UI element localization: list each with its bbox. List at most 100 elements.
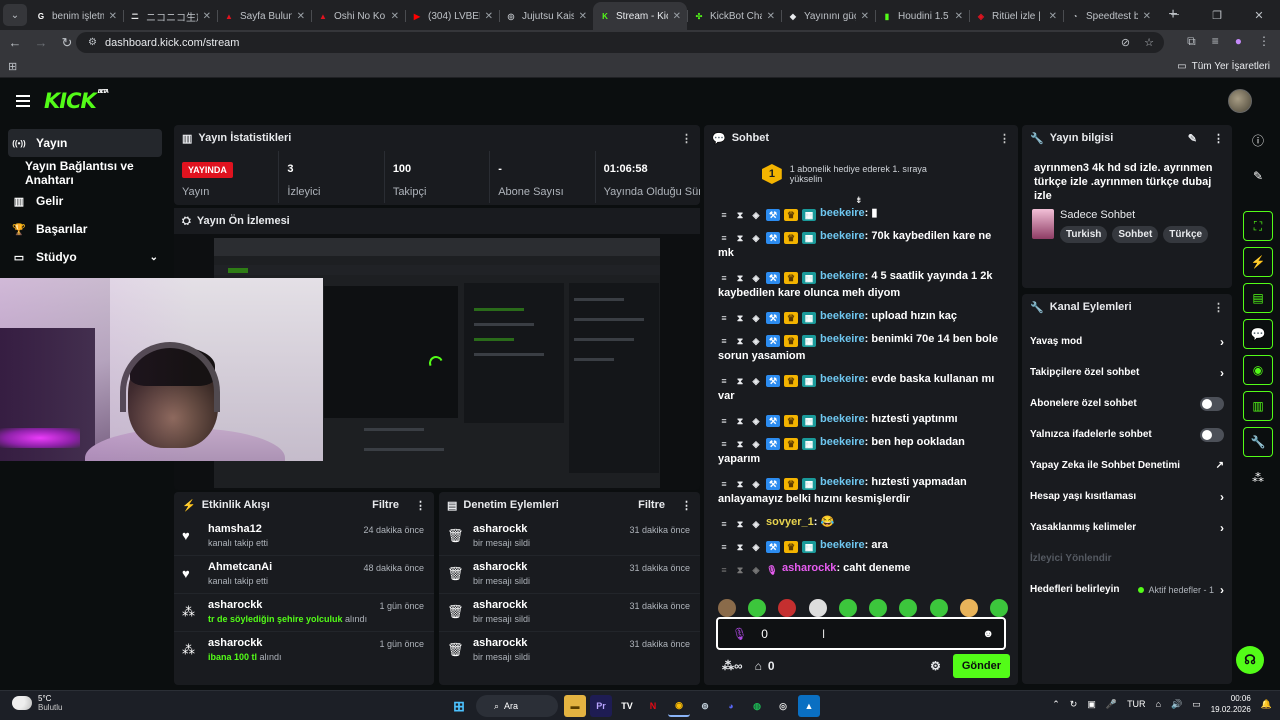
- chat-username[interactable]: beekeire: [820, 310, 865, 322]
- more-options-icon[interactable]: ⋮: [681, 132, 692, 145]
- activity-rail-icon[interactable]: ⚡: [1243, 247, 1273, 277]
- moderation-rail-icon[interactable]: ▤: [1243, 283, 1273, 313]
- emote-grin-icon[interactable]: [929, 599, 948, 617]
- stream-tag[interactable]: Sohbet: [1112, 226, 1159, 243]
- clock[interactable]: 00:06 19.02.2026: [1211, 693, 1251, 715]
- close-tab-icon[interactable]: ✕: [767, 11, 775, 22]
- browser-tab[interactable]: ◆ Yayınını güçl ✕: [781, 2, 875, 30]
- hamburger-menu-icon[interactable]: [16, 95, 30, 107]
- chat-message[interactable]: ≡ ⧗ ◈ 🎙 asharockk: caht deneme: [718, 560, 1000, 577]
- close-tab-icon[interactable]: ✕: [673, 11, 681, 22]
- message-menu-icon[interactable]: ≡: [718, 335, 730, 347]
- obs-icon[interactable]: ◎: [772, 695, 794, 717]
- taskbar-search[interactable]: ⌕ Ara: [476, 695, 558, 717]
- timeout-icon[interactable]: ⧗: [734, 375, 746, 387]
- kick-logo[interactable]: KICK BETA: [44, 89, 109, 113]
- notification-icon[interactable]: 🔔: [1261, 699, 1272, 710]
- channel-action-item[interactable]: Takipçilere özel sohbet ›: [1022, 357, 1232, 388]
- network-icon[interactable]: ⌂: [1156, 699, 1161, 709]
- message-menu-icon[interactable]: ≡: [718, 375, 730, 387]
- timeout-icon[interactable]: ⧗: [734, 415, 746, 427]
- feed-username[interactable]: asharockk: [473, 599, 530, 611]
- chat-username[interactable]: beekeire: [820, 436, 865, 448]
- mod-shield-icon[interactable]: ◈: [750, 312, 762, 324]
- mod-shield-icon[interactable]: ◈: [750, 518, 762, 530]
- back-button[interactable]: ←: [2, 35, 28, 50]
- chrome-icon[interactable]: ◉: [668, 695, 690, 717]
- browser-tab[interactable]: ◔ Speedtest b ✕: [1063, 2, 1157, 30]
- chat-username[interactable]: beekeire: [820, 476, 865, 488]
- emote-angry-icon[interactable]: [778, 599, 797, 617]
- browser-tab[interactable]: ◈ Ritüel izle | ✕: [969, 2, 1063, 30]
- browser-tab[interactable]: ▶ (304) LVBEL ✕: [405, 2, 499, 30]
- chat-username[interactable]: beekeire: [820, 270, 865, 282]
- timeout-icon[interactable]: ⧗: [734, 312, 746, 324]
- chat-message[interactable]: ≡ ⧗ ◈ ⚒ ♛ ▦ beekeire: 70k kaybedilen kare ne m…: [718, 228, 1000, 262]
- browser-tab[interactable]: ▮ Houdini 1.5 ✕: [875, 2, 969, 30]
- tray-chevron-icon[interactable]: ⌃: [1052, 699, 1060, 710]
- browser-tab[interactable]: ✣ KickBot Chat ✕: [687, 2, 781, 30]
- tidal-icon[interactable]: TV: [616, 695, 638, 717]
- channel-action-item[interactable]: Abonelere özel sohbet: [1022, 388, 1232, 419]
- emote-green-icon[interactable]: [869, 599, 888, 617]
- battery-icon[interactable]: ▭: [1192, 699, 1201, 710]
- preview-rail-icon[interactable]: ⛶: [1243, 211, 1273, 241]
- url-bar[interactable]: ⚙ dashboard.kick.com/stream ⊘ ☆: [76, 32, 1164, 53]
- mod-shield-icon[interactable]: ◈: [750, 209, 762, 221]
- feed-username[interactable]: asharockk: [208, 599, 367, 611]
- close-tab-icon[interactable]: ✕: [955, 11, 963, 22]
- chat-message[interactable]: ≡ ⧗ ◈ ⚒ ♛ ▦ beekeire: ▮: [718, 205, 1000, 222]
- chat-username[interactable]: asharockk: [782, 562, 836, 574]
- steam-icon[interactable]: ⊚: [694, 695, 716, 717]
- more-options-icon[interactable]: ⋮: [415, 499, 426, 512]
- chat-message[interactable]: ≡ ⧗ ◈ ⚒ ♛ ▦ beekeire: benimki 70e 14 ben bole …: [718, 331, 1000, 365]
- netflix-icon[interactable]: N: [642, 695, 664, 717]
- emote-cat-icon[interactable]: [718, 599, 736, 617]
- more-options-icon[interactable]: ⋮: [1213, 301, 1224, 314]
- timeout-icon[interactable]: ⧗: [734, 232, 746, 244]
- emote-face-icon[interactable]: [808, 599, 827, 617]
- chat-username[interactable]: beekeire: [820, 539, 865, 551]
- mod-shield-icon[interactable]: ◈: [750, 335, 762, 347]
- close-window-button[interactable]: ✕: [1238, 0, 1280, 30]
- message-menu-icon[interactable]: ≡: [718, 478, 730, 490]
- chat-username[interactable]: beekeire: [820, 207, 865, 219]
- chat-message[interactable]: ≡ ⧗ ◈ ⚒ ♛ ▦ beekeire: upload hızın kaç: [718, 308, 1000, 325]
- browser-tab[interactable]: ニニコニコ生放送 ✕: [123, 2, 217, 30]
- chat-username[interactable]: beekeire: [820, 373, 865, 385]
- tools-rail-icon[interactable]: 🔧: [1243, 427, 1273, 457]
- filter-button[interactable]: Filtre: [638, 499, 665, 511]
- feed-username[interactable]: AhmetcanAi: [208, 561, 272, 573]
- extensions-icon[interactable]: ⧉: [1187, 34, 1196, 49]
- channel-action-item[interactable]: Yasaklanmış kelimeler ›: [1022, 512, 1232, 543]
- emoji-picker-icon[interactable]: ☻: [982, 628, 994, 640]
- sidebar-item-stream-key[interactable]: Yayın Bağlantısı ve Anahtarı: [0, 159, 170, 187]
- more-options-icon[interactable]: ⋮: [1213, 132, 1224, 145]
- channel-action-item[interactable]: Yalnızca ifadelerle sohbet: [1022, 419, 1232, 450]
- mod-shield-icon[interactable]: ◈: [750, 375, 762, 387]
- user-avatar[interactable]: [1228, 89, 1252, 113]
- close-tab-icon[interactable]: ✕: [109, 11, 117, 22]
- mod-shield-icon[interactable]: ◈: [750, 272, 762, 284]
- send-button[interactable]: Gönder: [952, 654, 1010, 678]
- toggle-switch[interactable]: [1200, 427, 1224, 442]
- chat-username[interactable]: beekeire: [820, 413, 865, 425]
- feed-username[interactable]: asharockk: [473, 561, 530, 573]
- chat-message[interactable]: ≡ ⧗ ◈ ⚒ ♛ ▦ beekeire: evde baska kullanan mı v…: [718, 371, 1000, 405]
- message-menu-icon[interactable]: ≡: [718, 209, 730, 221]
- close-tab-icon[interactable]: ✕: [297, 11, 305, 22]
- maximize-button[interactable]: ❐: [1196, 0, 1238, 30]
- message-menu-icon[interactable]: ≡: [718, 312, 730, 324]
- browser-tab[interactable]: Gbenim işletme ✕: [29, 2, 123, 30]
- spotify-icon[interactable]: ◍: [746, 695, 768, 717]
- timeout-icon[interactable]: ⧗: [734, 541, 746, 553]
- more-options-icon[interactable]: ⋮: [999, 132, 1010, 145]
- close-tab-icon[interactable]: ✕: [1049, 11, 1057, 22]
- close-tab-icon[interactable]: ✕: [391, 11, 399, 22]
- browser-tab[interactable]: ▲ Oshi No Ko ✕: [311, 2, 405, 30]
- store-icon[interactable]: ⌂: [755, 659, 762, 673]
- chat-username[interactable]: beekeire: [820, 333, 865, 345]
- channel-action-item[interactable]: Hedefleri belirleyin Aktif hedefler - 1 ›: [1022, 574, 1232, 605]
- message-menu-icon[interactable]: ≡: [718, 541, 730, 553]
- help-button[interactable]: ☊: [1236, 646, 1264, 674]
